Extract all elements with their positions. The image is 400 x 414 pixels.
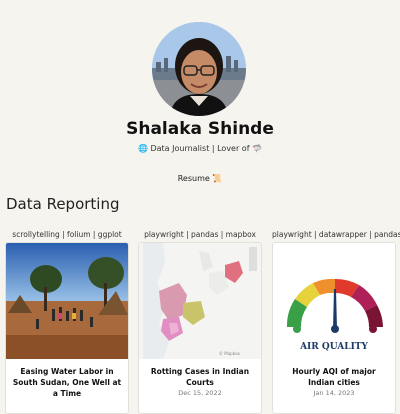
card-image-south-sudan[interactable]: [6, 243, 128, 359]
card-title[interactable]: Easing Water Labor in South Sudan, One W…: [12, 366, 122, 399]
card-image-aqi-gauge[interactable]: AIR QUALITY: [273, 243, 395, 359]
card-date: Jan 14, 2023: [313, 389, 355, 397]
scroll-icon: 📜: [212, 174, 223, 183]
globe-icon: 🌐: [137, 144, 148, 153]
card-tags: playwright | datawrapper | pandas: [272, 230, 400, 239]
section-title-data-reporting: Data Reporting: [6, 195, 120, 213]
card-image-india-map[interactable]: © Mapbox: [139, 243, 261, 359]
card-title[interactable]: Hourly AQI of major Indian cities: [279, 366, 389, 388]
resume-label: Resume: [177, 174, 210, 183]
card-body[interactable]: Easing Water Labor in South Sudan, One W…: [5, 242, 129, 414]
svg-text:© Mapbox: © Mapbox: [219, 351, 241, 356]
profile-tagline: 🌐 Data Journalist | Lover of 🦈: [0, 144, 400, 153]
resume-link[interactable]: Resume 📜: [0, 174, 400, 183]
card-tags: scrollytelling | folium | ggplot: [12, 230, 122, 239]
card-body[interactable]: AIR QUALITY Hourly AQI of major Indian c…: [272, 242, 396, 414]
profile-name: Shalaka Shinde: [126, 119, 274, 139]
card-body[interactable]: © Mapbox Rotting Cases in Indian Courts …: [138, 242, 262, 414]
card-title[interactable]: Rotting Cases in Indian Courts: [145, 366, 255, 388]
shark-icon: 🦈: [252, 144, 263, 153]
aqi-caption: AIR QUALITY: [299, 342, 368, 352]
avatar: [152, 22, 246, 116]
project-card-aqi[interactable]: playwright | datawrapper | pandas AIR QU…: [272, 230, 400, 414]
project-card-indian-courts[interactable]: playwright | pandas | mapbox © Mapbox Ro…: [138, 230, 262, 414]
tagline-text: Data Journalist | Lover of: [150, 144, 250, 153]
project-card-south-sudan[interactable]: scrollytelling | folium | ggplot Easing …: [5, 230, 129, 414]
card-date: Dec 15, 2022: [178, 389, 222, 397]
card-tags: playwright | pandas | mapbox: [144, 230, 256, 239]
